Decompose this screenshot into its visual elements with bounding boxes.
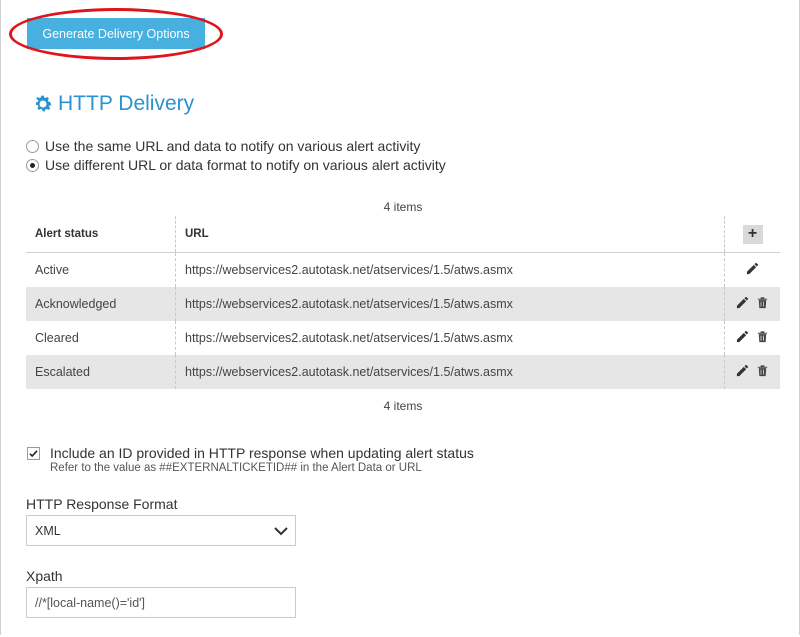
pencil-icon[interactable] — [736, 296, 749, 309]
table-row: Escalated https://webservices2.autotask.… — [26, 355, 780, 389]
xpath-input[interactable] — [26, 587, 296, 618]
include-id-help: Refer to the value as ##EXTERNALTICKETID… — [50, 462, 422, 474]
table-header-row: Alert status URL + — [26, 216, 780, 253]
items-count-bottom: 4 items — [383, 399, 423, 413]
trash-icon[interactable] — [756, 364, 769, 377]
table-row: Active https://webservices2.autotask.net… — [26, 252, 780, 287]
include-id-checkbox[interactable] — [27, 447, 40, 460]
radio-label: Use the same URL and data to notify on v… — [45, 138, 421, 154]
cell-url: https://webservices2.autotask.net/atserv… — [175, 321, 725, 355]
section-heading: HTTP Delivery — [32, 92, 194, 116]
cell-url: https://webservices2.autotask.net/atserv… — [175, 252, 725, 287]
row-actions — [724, 321, 780, 355]
trash-icon[interactable] — [756, 330, 769, 343]
response-format-select[interactable]: XML — [26, 515, 296, 546]
include-id-label: Include an ID provided in HTTP response … — [50, 445, 474, 461]
response-format-value: XML — [35, 523, 61, 538]
pencil-icon[interactable] — [746, 262, 759, 275]
response-format-label: HTTP Response Format — [26, 496, 178, 512]
table-row: Cleared https://webservices2.autotask.ne… — [26, 321, 780, 355]
section-title: HTTP Delivery — [58, 92, 195, 115]
radio-button-selected[interactable] — [26, 158, 39, 172]
include-id-option[interactable]: Include an ID provided in HTTP response … — [27, 445, 474, 474]
table-row: Acknowledged https://webservices2.autota… — [26, 287, 780, 321]
add-icon[interactable]: + — [742, 224, 763, 244]
column-header-url[interactable]: URL — [175, 216, 725, 253]
cell-status: Escalated — [26, 355, 176, 389]
radio-label: Use different URL or data format to noti… — [45, 157, 446, 173]
chevron-down-icon — [274, 527, 288, 536]
items-count-top: 4 items — [383, 200, 423, 214]
cell-status: Cleared — [35, 331, 79, 345]
radio-different-url[interactable]: Use different URL or data format to noti… — [26, 157, 446, 173]
xpath-label: Xpath — [26, 568, 63, 584]
checkmark-icon — [29, 450, 38, 458]
actions-header: + — [724, 216, 780, 253]
generate-delivery-options-button[interactable]: Generate Delivery Options — [27, 18, 205, 49]
include-id-text: Include an ID provided in HTTP response … — [50, 445, 474, 474]
trash-icon[interactable] — [756, 296, 769, 309]
alert-url-table: Alert status URL + Active https://webser… — [26, 216, 780, 389]
cell-status: Acknowledged — [26, 287, 176, 321]
radio-button[interactable] — [26, 139, 39, 153]
row-actions — [724, 355, 780, 389]
gear-icon — [35, 95, 52, 112]
pencil-icon[interactable] — [736, 330, 749, 343]
pencil-icon[interactable] — [736, 364, 749, 377]
cell-url: https://webservices2.autotask.net/atserv… — [175, 287, 725, 321]
column-header-status[interactable]: Alert status — [26, 216, 176, 253]
cell-url: https://webservices2.autotask.net/atserv… — [175, 355, 725, 389]
row-actions — [724, 287, 780, 321]
cell-status: Active — [35, 263, 70, 277]
radio-same-url[interactable]: Use the same URL and data to notify on v… — [26, 138, 420, 154]
row-actions — [724, 252, 780, 287]
